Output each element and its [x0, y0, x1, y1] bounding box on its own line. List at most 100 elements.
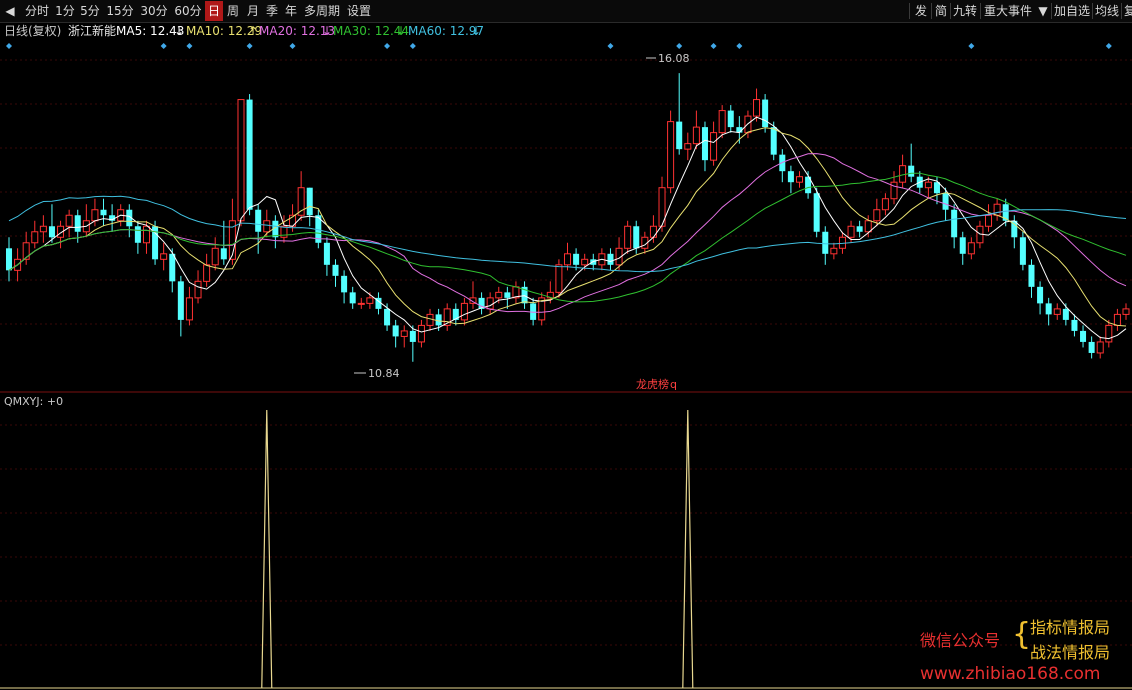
candle-body — [392, 325, 399, 337]
candle-body — [924, 181, 932, 189]
candle-body — [384, 308, 391, 326]
candle-body — [31, 231, 39, 244]
candle-body — [169, 253, 176, 282]
candle-body — [194, 280, 202, 299]
candle-body — [795, 176, 803, 183]
candle-body — [142, 225, 150, 244]
event-diamond-icon — [6, 43, 12, 49]
event-diamond-icon — [710, 43, 717, 49]
ma30-line — [8, 172, 1127, 303]
high-price-label: 16.08 — [658, 52, 690, 65]
event-diamond-icon — [384, 43, 391, 49]
candle-body — [624, 225, 632, 249]
candle-body — [1088, 341, 1095, 353]
candle-body — [951, 209, 958, 238]
candle-body — [899, 165, 907, 183]
candle-body — [357, 302, 365, 305]
candle-body — [504, 292, 511, 298]
candle-body — [753, 99, 761, 117]
indicator-spike — [261, 409, 273, 689]
event-markers — [6, 43, 1112, 49]
candle-body — [1096, 341, 1104, 354]
ma30-arrow: ↓ — [396, 24, 406, 38]
stock-name: 浙江新能 — [68, 23, 116, 38]
candle-body — [486, 297, 494, 310]
dragon-tiger-event-label[interactable]: 龙虎榜 — [636, 377, 669, 391]
candle-body — [460, 302, 468, 321]
event-diamond-icon — [186, 43, 193, 49]
event-diamond-icon — [289, 43, 296, 49]
candle-body — [1113, 313, 1121, 326]
candlestick-series — [5, 73, 1130, 362]
candle-body — [366, 297, 374, 304]
ma10-line — [8, 127, 1127, 327]
candle-body — [349, 292, 356, 304]
watermark-right-1: 指标情报局 — [1030, 618, 1111, 637]
ma5-arrow: ↓ — [174, 24, 184, 38]
q-event-label[interactable]: q — [670, 378, 677, 391]
candle-body — [134, 226, 141, 243]
event-diamond-icon — [160, 43, 167, 49]
candle-body — [607, 253, 614, 265]
candle-body — [881, 198, 889, 211]
candle-body — [341, 275, 348, 293]
candle-body — [91, 209, 99, 222]
candle-body — [65, 214, 73, 227]
event-diamond-icon — [968, 43, 975, 49]
candle-body — [1062, 308, 1069, 320]
event-diamond-icon — [409, 43, 416, 49]
candle-body — [1019, 237, 1026, 265]
candle-body — [633, 226, 640, 249]
ma20-line — [8, 153, 1127, 313]
candle-body — [400, 330, 408, 337]
candle-body — [160, 253, 168, 260]
candle-body — [830, 247, 838, 255]
event-diamond-icon — [607, 43, 614, 49]
event-diamond-icon — [246, 43, 253, 49]
candle-body — [332, 264, 339, 276]
candle-body — [1037, 286, 1044, 304]
period-label: 日线(复权) — [4, 24, 61, 38]
candle-body — [48, 226, 55, 238]
candle-body — [718, 110, 726, 134]
candle-body — [1053, 308, 1061, 315]
watermark-left: 微信公众号 — [920, 631, 1001, 650]
candle-body — [581, 258, 589, 266]
candle-body — [864, 220, 872, 233]
candle-body — [667, 121, 675, 189]
indicator-label: QMXYJ: +0 — [4, 395, 63, 408]
candle-body — [649, 225, 657, 238]
ma60-arrow: ↓ — [471, 24, 481, 38]
candle-body — [5, 248, 13, 271]
candle-body — [1071, 319, 1078, 331]
candle-body — [967, 242, 975, 255]
candle-body — [563, 253, 572, 266]
candle-body — [435, 314, 442, 326]
candle-body — [74, 215, 81, 232]
event-diamond-icon — [1105, 43, 1112, 49]
info-bar: 日线(复权) 浙江新能 MA5: 12.43 ↓ MA10: 12.29 ↑ M… — [4, 23, 484, 38]
candle-body — [185, 297, 193, 321]
candle-body — [306, 187, 313, 216]
candle-body — [727, 110, 734, 128]
moving-average-lines — [8, 116, 1127, 340]
candle-body — [495, 291, 503, 299]
candle-body — [22, 242, 30, 260]
candle-body — [1122, 308, 1130, 315]
candle-body — [676, 121, 683, 150]
candle-body — [1045, 303, 1052, 315]
candle-body — [246, 99, 253, 210]
candle-body — [856, 226, 863, 232]
candle-body — [692, 126, 700, 145]
candle-body — [39, 225, 47, 233]
candle-body — [177, 281, 184, 320]
candle-body — [255, 209, 262, 232]
candle-body — [710, 132, 718, 161]
candle-body — [1028, 264, 1035, 287]
candle-body — [1080, 330, 1087, 342]
low-price-label: 10.84 — [368, 367, 400, 380]
candle-body — [684, 143, 692, 150]
candle-body — [263, 220, 271, 233]
candle-body — [409, 330, 416, 342]
candle-body — [822, 231, 829, 254]
